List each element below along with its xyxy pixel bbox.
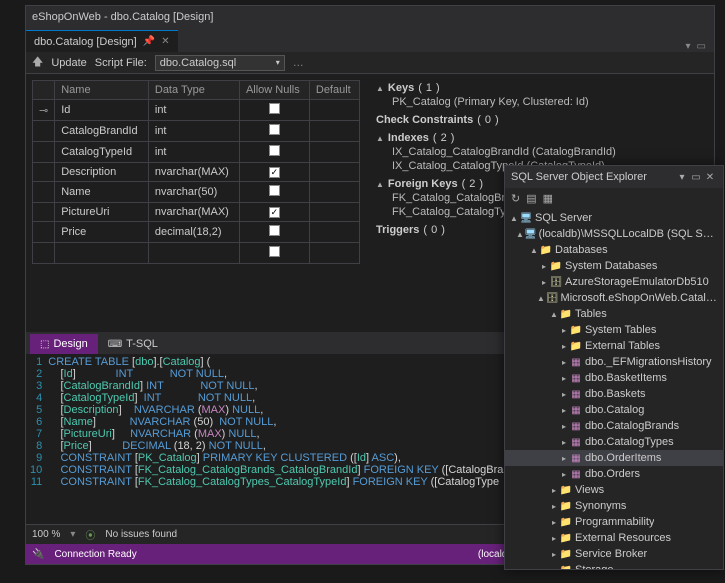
col-default-header[interactable]: Default xyxy=(309,81,359,100)
col-type-header[interactable]: Data Type xyxy=(148,81,239,100)
tree-node[interactable]: ▸📁Storage xyxy=(505,562,723,569)
issues-status[interactable]: No issues found xyxy=(105,529,177,540)
tree-node[interactable]: ▲🖥SQL Server xyxy=(505,210,723,226)
explorer-titlebar: SQL Server Object Explorer ▾ ▭ ✕ xyxy=(505,166,723,188)
tree-node[interactable]: ▸▦dbo.OrderItems xyxy=(505,450,723,466)
columns-panel: Name Data Type Allow Nulls Default ⊸Idin… xyxy=(26,74,366,332)
chevron-down-icon: ▾ xyxy=(276,58,280,67)
document-tabs: dbo.Catalog [Design] 📌 ✕ ▾ ▭ xyxy=(26,28,714,52)
ok-icon: ⦿ xyxy=(85,527,95,542)
close-icon[interactable]: ✕ xyxy=(703,172,717,183)
tsql-pane-tab[interactable]: ⌨ T-SQL xyxy=(98,334,168,354)
tree-node[interactable]: ▸▦dbo.Orders xyxy=(505,466,723,482)
tree-node[interactable]: ▸📁Synonyms xyxy=(505,498,723,514)
dropdown-icon[interactable]: ▾ xyxy=(686,41,691,52)
maximize-icon[interactable]: ▭ xyxy=(689,172,703,183)
tree-node[interactable]: ▸📁Views xyxy=(505,482,723,498)
explorer-title: SQL Server Object Explorer xyxy=(511,171,647,183)
tree-node[interactable]: ▸▦dbo.CatalogBrands xyxy=(505,418,723,434)
tree-node[interactable]: ▲🗄Microsoft.eShopOnWeb.CatalogDb xyxy=(505,290,723,306)
tree-node[interactable]: ▸🗄AzureStorageEmulatorDb510 xyxy=(505,274,723,290)
column-row[interactable]: CatalogTypeIdint xyxy=(33,142,360,163)
document-tab-label: dbo.Catalog [Design] xyxy=(34,36,137,48)
zoom-level[interactable]: 100 % xyxy=(32,529,60,540)
tree-node[interactable]: ▲🖥(localdb)\MSSQLLocalDB (SQL Server 13.… xyxy=(505,226,723,242)
col-nulls-header[interactable]: Allow Nulls xyxy=(239,81,309,100)
explorer-toolbar: ↻ ▤ ▦ xyxy=(505,188,723,208)
tree-node[interactable]: ▸📁Programmability xyxy=(505,514,723,530)
column-row[interactable]: Descriptionnvarchar(MAX)✓ xyxy=(33,163,360,182)
col-name-header[interactable]: Name xyxy=(55,81,149,100)
close-icon[interactable]: ✕ xyxy=(161,36,169,47)
tree-node[interactable]: ▸▦dbo.CatalogTypes xyxy=(505,434,723,450)
tree-node[interactable]: ▸📁System Tables xyxy=(505,322,723,338)
script-file-dropdown[interactable]: dbo.Catalog.sql ▾ xyxy=(155,55,285,71)
object-tree[interactable]: ▲🖥SQL Server▲🖥(localdb)\MSSQLLocalDB (SQ… xyxy=(505,208,723,569)
toolbar-extra-icon[interactable]: … xyxy=(293,57,304,69)
column-row[interactable]: ⊸Idint xyxy=(33,100,360,121)
keys-group[interactable]: ▲Keys (1) xyxy=(376,82,704,94)
tree-node[interactable]: ▸▦dbo.BasketItems xyxy=(505,370,723,386)
column-row[interactable]: PictureUrinvarchar(MAX)✓ xyxy=(33,203,360,222)
connection-status: Connection Ready xyxy=(54,549,136,560)
document-tab-catalog[interactable]: dbo.Catalog [Design] 📌 ✕ xyxy=(26,30,178,52)
column-row[interactable]: Pricedecimal(18,2) xyxy=(33,222,360,243)
column-row[interactable]: CatalogBrandIdint xyxy=(33,121,360,142)
column-row[interactable]: Namenvarchar(50) xyxy=(33,182,360,203)
check-constraints-group[interactable]: Check Constraints (0) xyxy=(376,114,704,126)
update-icon[interactable]: 🡅 xyxy=(32,53,43,72)
tree-node[interactable]: ▸📁External Tables xyxy=(505,338,723,354)
indexes-group[interactable]: ▲Indexes (2) xyxy=(376,132,704,144)
design-icon: ⬚ xyxy=(40,339,49,350)
group-icon[interactable]: ▦ xyxy=(543,192,553,205)
script-file-label: Script File: xyxy=(95,57,147,69)
window-title: eShopOnWeb - dbo.Catalog [Design] xyxy=(32,11,213,23)
tree-node[interactable]: ▸▦dbo.Catalog xyxy=(505,402,723,418)
tree-node[interactable]: ▲📁Databases xyxy=(505,242,723,258)
tree-node[interactable]: ▲📁Tables xyxy=(505,306,723,322)
sql-object-explorer-window: SQL Server Object Explorer ▾ ▭ ✕ ↻ ▤ ▦ ▲… xyxy=(504,165,724,570)
add-server-icon[interactable]: ▤ xyxy=(526,192,536,205)
tree-node[interactable]: ▸📁System Databases xyxy=(505,258,723,274)
designer-toolbar: 🡅 Update Script File: dbo.Catalog.sql ▾ … xyxy=(26,52,714,74)
tree-node[interactable]: ▸📁Service Broker xyxy=(505,546,723,562)
titlebar: eShopOnWeb - dbo.Catalog [Design] xyxy=(26,6,714,28)
plug-icon: 🔌 xyxy=(32,549,44,560)
pin-icon[interactable]: 📌 xyxy=(143,36,155,47)
tsql-icon: ⌨ xyxy=(108,339,122,350)
index-item[interactable]: IX_Catalog_CatalogBrandId (CatalogBrandI… xyxy=(376,146,704,158)
tree-node[interactable]: ▸▦dbo._EFMigrationsHistory xyxy=(505,354,723,370)
columns-table: Name Data Type Allow Nulls Default ⊸Idin… xyxy=(32,80,360,264)
tree-node[interactable]: ▸📁External Resources xyxy=(505,530,723,546)
window-mgmt-icon[interactable]: ▭ xyxy=(697,41,706,52)
script-file-value: dbo.Catalog.sql xyxy=(160,57,236,69)
update-button[interactable]: Update xyxy=(51,57,86,69)
design-pane-tab[interactable]: ⬚ Design xyxy=(30,334,98,354)
dropdown-icon[interactable]: ▾ xyxy=(675,172,689,183)
tree-node[interactable]: ▸▦dbo.Baskets xyxy=(505,386,723,402)
keys-item[interactable]: PK_Catalog (Primary Key, Clustered: Id) xyxy=(376,96,704,108)
refresh-icon[interactable]: ↻ xyxy=(511,192,520,205)
